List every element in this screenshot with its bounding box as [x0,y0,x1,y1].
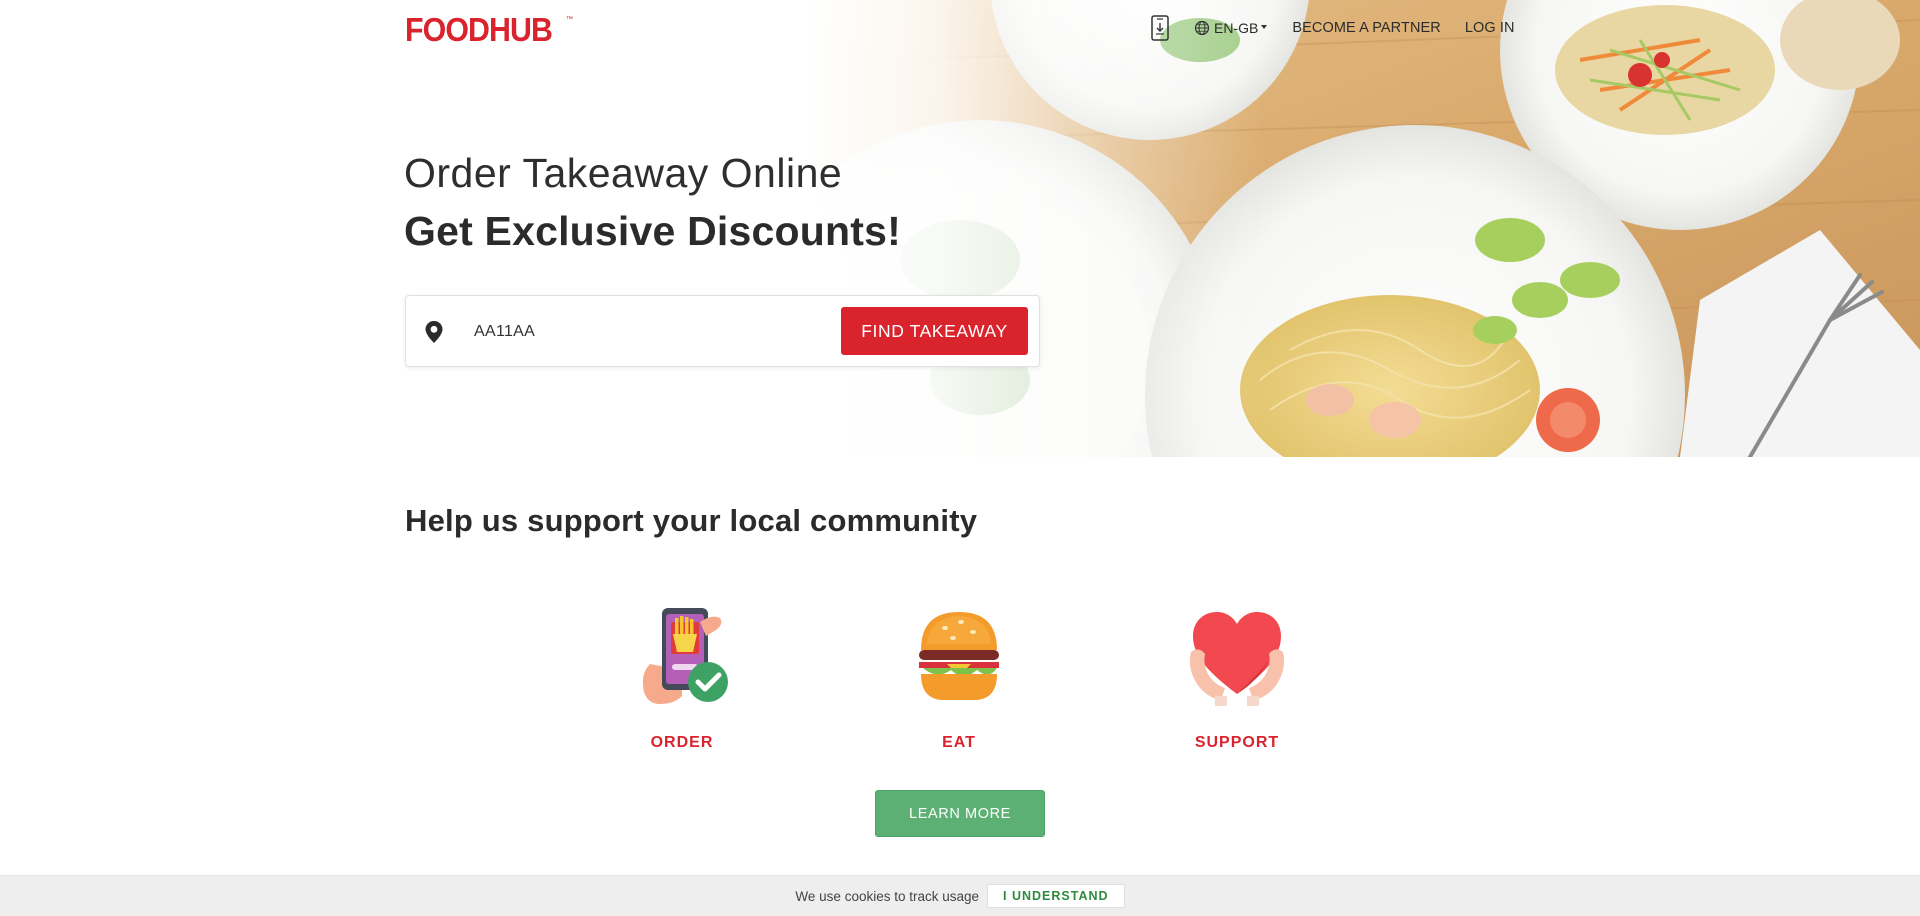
download-app-icon[interactable] [1146,14,1174,42]
feature-support: SUPPORT [1147,604,1327,752]
cookie-message: We use cookies to track usage [795,888,980,904]
heart-hands-icon [1185,604,1289,708]
cookie-banner: We use cookies to track usage I UNDERSTA… [0,875,1920,916]
language-selector[interactable]: EN-GB [1194,20,1268,36]
hero-section [0,0,1920,457]
feature-label-order: ORDER [650,734,714,751]
postcode-search: FIND TAKEAWAY [405,295,1040,367]
cookie-accept-button[interactable]: I UNDERSTAND [987,884,1125,908]
hero-title: Order Takeaway Online [404,150,843,196]
top-navigation: EN-GB BECOME A PARTNER LOG IN [1146,14,1539,42]
globe-icon [1194,20,1210,36]
feature-label-support: SUPPORT [1194,734,1280,751]
find-takeaway-button[interactable]: FIND TAKEAWAY [841,307,1028,355]
postcode-input[interactable] [474,315,814,349]
become-partner-link[interactable]: BECOME A PARTNER [1292,20,1441,36]
feature-label-eat: EAT [942,734,976,751]
logo-trademark: ™ [565,15,573,23]
logo-text: FOODHUB [405,11,553,48]
location-pin-icon [423,320,445,344]
chevron-down-icon [1261,25,1268,29]
language-label: EN-GB [1214,20,1259,36]
learn-more-button[interactable]: LEARN MORE [875,790,1045,837]
burger-icon [907,604,1011,708]
foodhub-logo[interactable]: FOODHUB ™ [405,11,573,48]
feature-eat: EAT [869,604,1049,752]
feature-order: ORDER [592,604,772,752]
phone-order-icon [630,604,734,708]
hero-subtitle: Get Exclusive Discounts! [404,208,901,254]
community-title: Help us support your local community [405,503,978,538]
login-link[interactable]: LOG IN [1465,20,1515,36]
